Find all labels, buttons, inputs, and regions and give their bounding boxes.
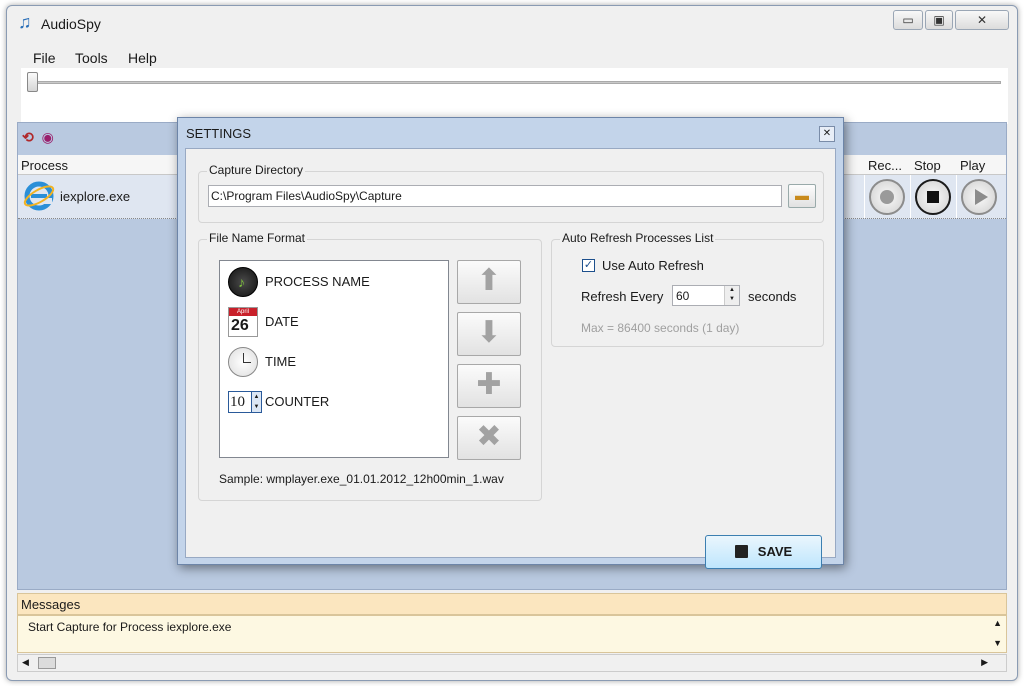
file-name-format-group: File Name Format ♪ PROCESS NAME April 26… <box>198 231 542 501</box>
dialog-close-button[interactable]: ✕ <box>819 126 835 142</box>
refresh-every-label: Refresh Every <box>581 289 664 304</box>
arrow-up-icon: ⬆ <box>476 264 502 297</box>
menu-file[interactable]: File <box>33 50 56 66</box>
title-bar: ♫ AudioSpy ▭ ▣ ✕ <box>7 6 1017 40</box>
format-label: COUNTER <box>265 394 330 409</box>
close-button[interactable]: ✕ <box>955 10 1009 30</box>
dialog-body: Capture Directory C:\Program Files\Audio… <box>185 148 836 569</box>
stop-button[interactable] <box>915 179 951 215</box>
messages-header: Messages <box>17 593 1007 615</box>
save-label: SAVE <box>757 544 793 559</box>
music-disc-icon: ♪ <box>228 267 258 297</box>
calendar-month: April <box>229 308 257 316</box>
use-auto-refresh-checkbox[interactable]: ✓ <box>582 259 595 272</box>
calendar-icon: April 26 <box>228 307 258 337</box>
slider-thumb[interactable] <box>27 72 38 92</box>
list-item[interactable]: 10 ▲ ▼ COUNTER <box>228 385 438 419</box>
capture-directory-label: Capture Directory <box>207 163 306 177</box>
scroll-thumb[interactable] <box>38 657 56 669</box>
scroll-down-icon[interactable]: ▼ <box>993 638 1002 648</box>
scroll-up-icon[interactable]: ▲ <box>993 618 1002 628</box>
horizontal-scrollbar[interactable]: ◀ ▶ <box>17 654 1007 672</box>
save-button[interactable]: SAVE <box>705 535 822 569</box>
calendar-day: 26 <box>231 317 249 334</box>
x-icon: ✖ <box>476 420 502 453</box>
list-item[interactable]: TIME <box>228 345 438 379</box>
app-title: AudioSpy <box>41 16 101 32</box>
move-up-button[interactable]: ⬆ <box>457 260 521 304</box>
refresh-icon[interactable]: ⟲ <box>22 129 34 145</box>
floppy-disk-icon <box>734 545 748 558</box>
column-stop[interactable]: Stop <box>914 158 941 173</box>
cell-divider <box>956 175 957 218</box>
format-list[interactable]: ♪ PROCESS NAME April 26 DATE TIME 10 ▲ ▼… <box>219 260 449 458</box>
sample-filename: Sample: wmplayer.exe_01.01.2012_12h00min… <box>219 472 504 486</box>
stop-icon <box>927 191 939 203</box>
settings-dialog: SETTINGS ✕ Capture Directory C:\Program … <box>177 117 844 569</box>
auto-refresh-group: Auto Refresh Processes List ✓ Use Auto R… <box>551 231 824 347</box>
capture-directory-input[interactable]: C:\Program Files\AudioSpy\Capture <box>208 185 782 207</box>
folder-icon: ▬ <box>795 187 809 203</box>
play-button[interactable] <box>961 179 997 215</box>
format-label: TIME <box>265 354 297 369</box>
cell-divider <box>910 175 911 218</box>
process-name: iexplore.exe <box>60 189 131 204</box>
toolbar: ⟲ ◉ <box>22 129 54 146</box>
spinner-icon[interactable]: ▲ ▼ <box>724 286 739 305</box>
add-button[interactable]: ✚ <box>457 364 521 408</box>
format-label: PROCESS NAME <box>265 274 370 289</box>
menu-tools[interactable]: Tools <box>75 50 108 66</box>
message-line: Start Capture for Process iexplore.exe <box>28 620 232 634</box>
internet-explorer-icon <box>23 181 55 211</box>
counter-value: 10 <box>230 394 245 410</box>
list-item[interactable]: April 26 DATE <box>228 305 438 339</box>
refresh-interval-input[interactable]: 60 ▲ ▼ <box>672 285 740 306</box>
menu-help[interactable]: Help <box>128 50 157 66</box>
column-record[interactable]: Rec... <box>868 158 902 173</box>
file-name-format-label: File Name Format <box>207 231 308 245</box>
maximize-button[interactable]: ▣ <box>925 10 953 30</box>
record-button[interactable] <box>869 179 905 215</box>
refresh-interval-value: 60 <box>676 289 690 303</box>
eye-icon[interactable]: ◉ <box>42 129 54 145</box>
menu-bar: File Tools Help <box>7 42 1017 68</box>
max-hint: Max = 86400 seconds (1 day) <box>581 321 740 335</box>
dialog-title: SETTINGS <box>186 126 252 141</box>
use-auto-refresh-label[interactable]: Use Auto Refresh <box>602 258 704 273</box>
position-slider[interactable] <box>21 68 1008 124</box>
minimize-button[interactable]: ▭ <box>893 10 923 30</box>
scroll-left-icon[interactable]: ◀ <box>22 657 29 668</box>
cell-divider <box>864 175 865 218</box>
record-icon <box>880 190 894 204</box>
play-icon <box>975 189 988 205</box>
auto-refresh-label: Auto Refresh Processes List <box>560 231 716 245</box>
messages-title: Messages <box>21 597 81 612</box>
column-process[interactable]: Process <box>21 158 68 173</box>
clock-icon <box>228 347 258 377</box>
browse-button[interactable]: ▬ <box>788 184 816 208</box>
move-down-button[interactable]: ⬇ <box>457 312 521 356</box>
arrow-down-icon: ⬇ <box>476 316 502 349</box>
messages-log[interactable]: Start Capture for Process iexplore.exe ▲… <box>17 615 1007 653</box>
format-label: DATE <box>265 314 299 329</box>
counter-icon: 10 ▲ ▼ <box>228 391 262 413</box>
scroll-right-icon[interactable]: ▶ <box>981 657 988 668</box>
music-note-icon: ♫ <box>18 12 32 32</box>
remove-button[interactable]: ✖ <box>457 416 521 460</box>
column-play[interactable]: Play <box>960 158 985 173</box>
list-item[interactable]: ♪ PROCESS NAME <box>228 265 438 299</box>
plus-icon: ✚ <box>476 368 502 401</box>
seconds-label: seconds <box>748 289 797 304</box>
slider-track <box>29 81 1001 84</box>
